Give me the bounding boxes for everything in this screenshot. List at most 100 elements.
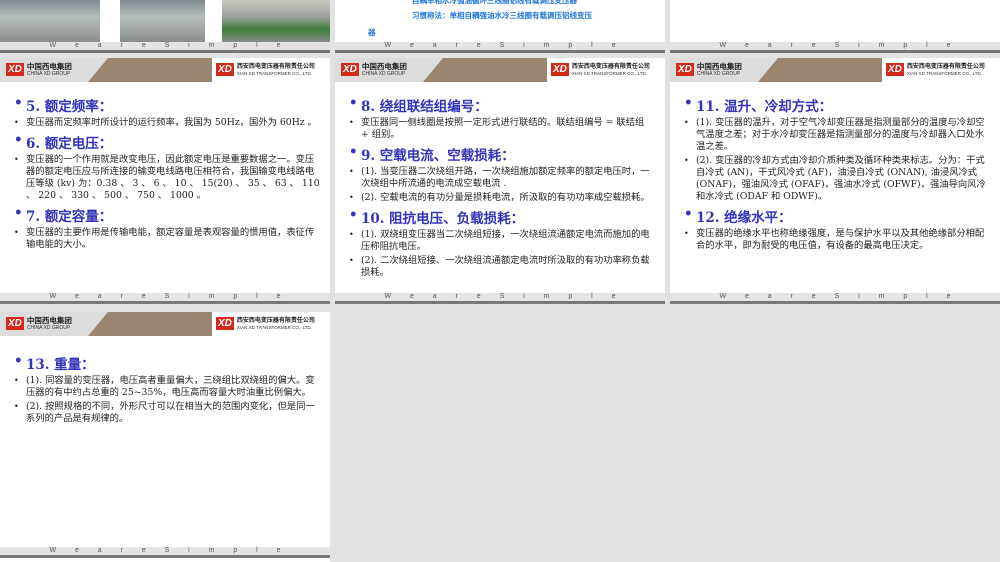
footer-letter: m bbox=[543, 293, 550, 300]
footer-letter: l bbox=[926, 293, 928, 300]
naming-text: 器 bbox=[368, 28, 376, 37]
china-xd-group-logo: XD 中国西电集团 CHINA XD GROUP bbox=[6, 62, 72, 77]
slide-footer: We a r e Si m p l e bbox=[0, 42, 330, 53]
footer-letter: e bbox=[74, 42, 79, 49]
slide-footer: We a r e Si m p l e bbox=[335, 42, 665, 53]
bullet-text: (1). 双绕组变压器当二次绕组短接，一次绕组流通额定电流而施加的电压称阻抗电压… bbox=[349, 229, 655, 253]
bullet-text: (2). 变压器的冷却方式由冷却介质种类及循环种类来标志。分为：干式自冷式 (A… bbox=[684, 155, 990, 203]
china-xd-group-logo: XD 中国西电集团 CHINA XD GROUP bbox=[6, 316, 72, 331]
footer-letter: r bbox=[790, 42, 793, 49]
bullet-text: 变压器的绝缘水平也称绝缘强度，是与保护水平以及其他绝缘部分相配合的水平，即为耐受… bbox=[684, 228, 990, 252]
slide-header: XD 中国西电集团 CHINA XD GROUP XD 西安西电变压器有限责任公司 XI… bbox=[0, 312, 330, 336]
xian-xd-transformer-logo: XD 西安西电变压器有限责任公司 XIAN XD TRANSFORMER CO., … bbox=[216, 63, 315, 76]
footer-letter: r bbox=[790, 293, 793, 300]
bullet-text: (2). 空载电流的有功分量是损耗电流，所汲取的有功功率成空载损耗。 bbox=[349, 192, 655, 204]
footer-letter: e bbox=[141, 293, 146, 300]
footer-letter: a bbox=[432, 293, 437, 300]
slide-naming: 自耦单相水冷强油循环三线圈铝线有载调压变压器 习惯称法：单相自耦强油水冷三线圈有… bbox=[335, 0, 665, 53]
footer-letter: S bbox=[164, 547, 170, 554]
footer-letter: p bbox=[233, 547, 238, 554]
slide-blank: We a r e Si m p l e bbox=[670, 0, 1000, 53]
footer-letter: r bbox=[455, 293, 458, 300]
footer-letter: W bbox=[49, 293, 57, 300]
footer-letter: e bbox=[409, 42, 414, 49]
footer-letter: e bbox=[946, 293, 951, 300]
slide-photos: We a r e Si m p l e bbox=[0, 0, 330, 53]
footer-letter: p bbox=[903, 293, 908, 300]
slide-header: XD 中国西电集团 CHINA XD GROUP XD 西安西电变压器有限责任公司 XI… bbox=[670, 58, 1000, 82]
footer-letter: p bbox=[233, 42, 238, 49]
footer-letter: e bbox=[811, 293, 816, 300]
footer-letter: r bbox=[120, 547, 123, 554]
bullet-text: 变压器的主要作用是传输电能，额定容量是表观容量的惯用值，表征传输电能的大小。 bbox=[14, 227, 320, 251]
footer-letter: a bbox=[767, 293, 772, 300]
footer-letter: a bbox=[97, 547, 102, 554]
footer-letter: e bbox=[476, 42, 481, 49]
footer-letter: r bbox=[120, 42, 123, 49]
footer-letter: a bbox=[97, 293, 102, 300]
slide-header: XD 中国西电集团 CHINA XD GROUP XD 西安西电变压器有限责任公司 XI… bbox=[335, 58, 665, 82]
bullet-text: (2). 二次绕组短接、一次绕组流通额定电流时所汲取的有功功率称负载损耗。 bbox=[349, 255, 655, 279]
bullet-text: 变压器同一侧线圈是按照一定形式进行联结的。联结组编号 = 联结组 + 组别。 bbox=[349, 117, 655, 141]
footer-letter: e bbox=[141, 42, 146, 49]
section-title: 9. 空载电流、空载损耗： bbox=[347, 144, 655, 164]
footer-letter: m bbox=[208, 42, 215, 49]
footer-letter: W bbox=[719, 293, 727, 300]
footer-letter: e bbox=[74, 547, 79, 554]
xian-xd-transformer-logo: XD 西安西电变压器有限责任公司 XIAN XD TRANSFORMER CO., … bbox=[886, 63, 985, 76]
footer-letter: S bbox=[164, 293, 170, 300]
footer-letter: i bbox=[858, 293, 860, 300]
footer-letter: i bbox=[858, 42, 860, 49]
footer-letter: e bbox=[141, 547, 146, 554]
footer-letter: e bbox=[611, 42, 616, 49]
footer-letter: S bbox=[834, 42, 840, 49]
footer-letter: r bbox=[120, 293, 123, 300]
footer-letter: S bbox=[164, 42, 170, 49]
transformer-photo bbox=[222, 0, 330, 42]
footer-letter: m bbox=[878, 42, 885, 49]
section-title: 11. 温升、冷却方式： bbox=[682, 95, 990, 115]
section-title: 13. 重量： bbox=[12, 353, 320, 373]
footer-letter: e bbox=[276, 293, 281, 300]
footer-letter: e bbox=[811, 42, 816, 49]
slide-footer: We a r e Si m p l e bbox=[670, 293, 1000, 304]
footer-letter: e bbox=[946, 42, 951, 49]
footer-letter: p bbox=[568, 293, 573, 300]
content-slide: XD 中国西电集团 CHINA XD GROUP XD 西安西电变压器有限责任公司 XI… bbox=[670, 58, 1000, 304]
slide-footer: We a r e Si m p l e bbox=[0, 547, 330, 558]
footer-letter: e bbox=[476, 293, 481, 300]
xian-xd-transformer-logo: XD 西安西电变压器有限责任公司 XIAN XD TRANSFORMER CO., … bbox=[216, 317, 315, 330]
bullet-text: 变压器的一个作用就是改变电压，因此额定电压是重要数据之一。变压器的额定电压应与所… bbox=[14, 154, 320, 202]
footer-letter: i bbox=[523, 293, 525, 300]
footer-letter: W bbox=[49, 42, 57, 49]
naming-text: 自耦单相水冷强油循环三线圈铝线有载调压变压器 bbox=[412, 0, 577, 5]
transformer-photo bbox=[0, 0, 100, 42]
footer-letter: l bbox=[256, 42, 258, 49]
china-xd-group-logo: XD 中国西电集团 CHINA XD GROUP bbox=[676, 62, 742, 77]
section-title: 12. 绝缘水平： bbox=[682, 206, 990, 226]
footer-letter: l bbox=[256, 293, 258, 300]
footer-letter: m bbox=[543, 42, 550, 49]
footer-letter: a bbox=[97, 42, 102, 49]
xian-xd-transformer-logo: XD 西安西电变压器有限责任公司 XIAN XD TRANSFORMER CO., … bbox=[551, 63, 650, 76]
naming-text: 习惯称法：单相自耦强油水冷三线圈有载调压铝线变压 bbox=[412, 11, 592, 20]
footer-letter: S bbox=[499, 293, 505, 300]
slide-footer: We a r e Si m p l e bbox=[0, 293, 330, 304]
footer-letter: e bbox=[276, 42, 281, 49]
footer-letter: p bbox=[568, 42, 573, 49]
bullet-text: (1). 当变压器二次绕组开路，一次绕组施加额定频率的额定电压时，一次绕组中所流… bbox=[349, 166, 655, 190]
footer-letter: p bbox=[233, 293, 238, 300]
bullet-text: 变压器而定频率时所设计的运行频率，我国为 50Hz，国外为 60Hz 。 bbox=[14, 117, 320, 129]
footer-letter: i bbox=[188, 293, 190, 300]
footer-letter: e bbox=[409, 293, 414, 300]
section-title: 10. 阻抗电压、负载损耗： bbox=[347, 207, 655, 227]
footer-letter: W bbox=[719, 42, 727, 49]
footer-letter: e bbox=[276, 547, 281, 554]
footer-letter: a bbox=[767, 42, 772, 49]
footer-letter: m bbox=[208, 547, 215, 554]
footer-letter: e bbox=[74, 293, 79, 300]
footer-letter: m bbox=[878, 293, 885, 300]
section-title: 8. 绕组联结组编号： bbox=[347, 95, 655, 115]
footer-letter: i bbox=[188, 42, 190, 49]
footer-letter: l bbox=[256, 547, 258, 554]
